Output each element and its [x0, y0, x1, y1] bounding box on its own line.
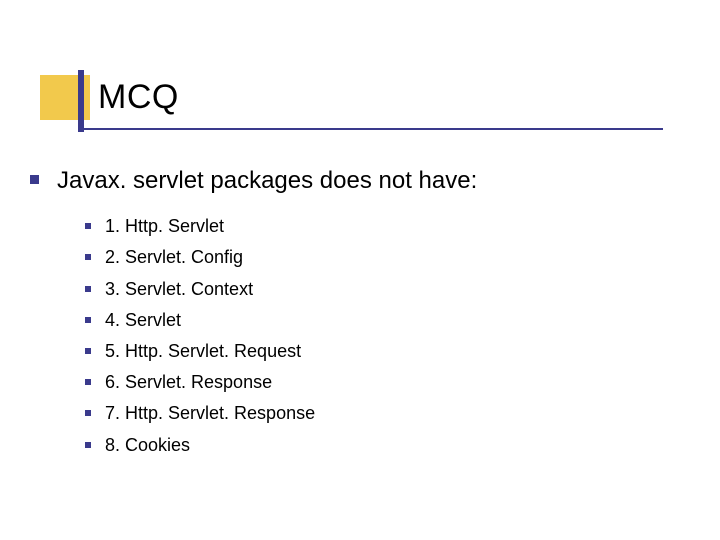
bullet-icon	[85, 254, 91, 260]
list-item: 7. Http. Servlet. Response	[85, 401, 477, 426]
option-text: 8. Cookies	[105, 433, 190, 458]
options-list: 1. Http. Servlet 2. Servlet. Config 3. S…	[85, 214, 477, 458]
option-text: 3. Servlet. Context	[105, 277, 253, 302]
title-underline	[78, 128, 663, 130]
bullet-icon	[30, 175, 39, 184]
list-item: 8. Cookies	[85, 433, 477, 458]
decorative-purple-bar	[78, 70, 84, 132]
slide-content: Javax. servlet packages does not have: 1…	[30, 165, 477, 464]
option-text: 2. Servlet. Config	[105, 245, 243, 270]
list-item: 1. Http. Servlet	[85, 214, 477, 239]
slide-title: MCQ	[98, 78, 179, 117]
bullet-icon	[85, 410, 91, 416]
slide-header: MCQ	[0, 0, 720, 130]
bullet-icon	[85, 286, 91, 292]
question-text: Javax. servlet packages does not have:	[57, 165, 477, 196]
option-text: 7. Http. Servlet. Response	[105, 401, 315, 426]
bullet-icon	[85, 317, 91, 323]
option-text: 4. Servlet	[105, 308, 181, 333]
list-item: 2. Servlet. Config	[85, 245, 477, 270]
list-item: 4. Servlet	[85, 308, 477, 333]
question-row: Javax. servlet packages does not have:	[30, 165, 477, 196]
list-item: 6. Servlet. Response	[85, 370, 477, 395]
bullet-icon	[85, 442, 91, 448]
bullet-icon	[85, 223, 91, 229]
bullet-icon	[85, 348, 91, 354]
list-item: 3. Servlet. Context	[85, 277, 477, 302]
bullet-icon	[85, 379, 91, 385]
option-text: 5. Http. Servlet. Request	[105, 339, 301, 364]
list-item: 5. Http. Servlet. Request	[85, 339, 477, 364]
option-text: 6. Servlet. Response	[105, 370, 272, 395]
option-text: 1. Http. Servlet	[105, 214, 224, 239]
